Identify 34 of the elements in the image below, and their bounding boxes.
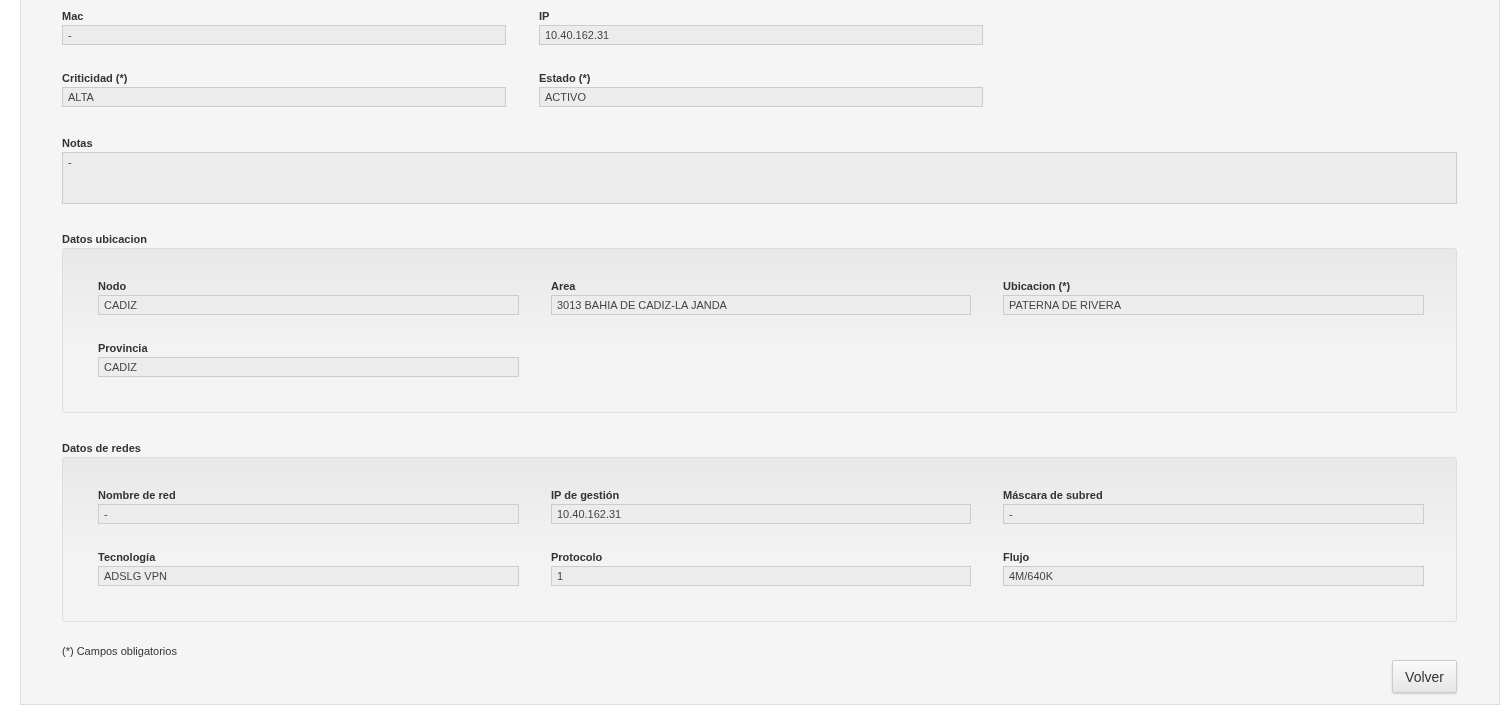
field-label: Nodo [98, 279, 128, 293]
input-field[interactable]: - [98, 504, 519, 524]
field-label: IP [539, 9, 551, 23]
field-label: Máscara de subred [1003, 488, 1104, 502]
input-field[interactable]: 3013 BAHIA DE CADIZ-LA JANDA [551, 295, 971, 315]
field-label: Provincia [98, 341, 149, 355]
input-field[interactable]: 10.40.162.31 [551, 504, 971, 524]
field-label: Ubicacion (*) [1003, 279, 1072, 293]
field-label: Mac [62, 9, 85, 23]
field-label: Estado (*) [539, 71, 592, 85]
input-field[interactable]: ALTA [62, 87, 506, 107]
field-label: Flujo [1003, 550, 1031, 564]
input-field[interactable]: - [62, 25, 506, 45]
input-field[interactable]: ACTIVO [539, 87, 983, 107]
field-label: Criticidad (*) [62, 71, 129, 85]
section-title: Datos de redes [62, 441, 142, 455]
input-field[interactable]: CADIZ [98, 295, 519, 315]
input-field[interactable]: - [1003, 504, 1424, 524]
input-field[interactable]: - [62, 152, 1457, 204]
field-label: Nombre de red [98, 488, 177, 502]
input-field[interactable]: PATERNA DE RIVERA [1003, 295, 1424, 315]
input-field[interactable]: 1 [551, 566, 971, 586]
field-label: Protocolo [551, 550, 604, 564]
footnote-text: (*) Campos obligatorios [62, 644, 178, 658]
field-label: Tecnología [98, 550, 157, 564]
input-field[interactable]: ADSLG VPN [98, 566, 519, 586]
back-button[interactable]: Volver [1392, 660, 1457, 693]
field-label: Area [551, 279, 577, 293]
input-field[interactable]: 4M/640K [1003, 566, 1424, 586]
input-field[interactable]: 10.40.162.31 [539, 25, 983, 45]
input-field[interactable]: CADIZ [98, 357, 519, 377]
field-label: Notas [62, 136, 94, 150]
section-title: Datos ubicacion [62, 232, 148, 246]
field-label: IP de gestión [551, 488, 621, 502]
